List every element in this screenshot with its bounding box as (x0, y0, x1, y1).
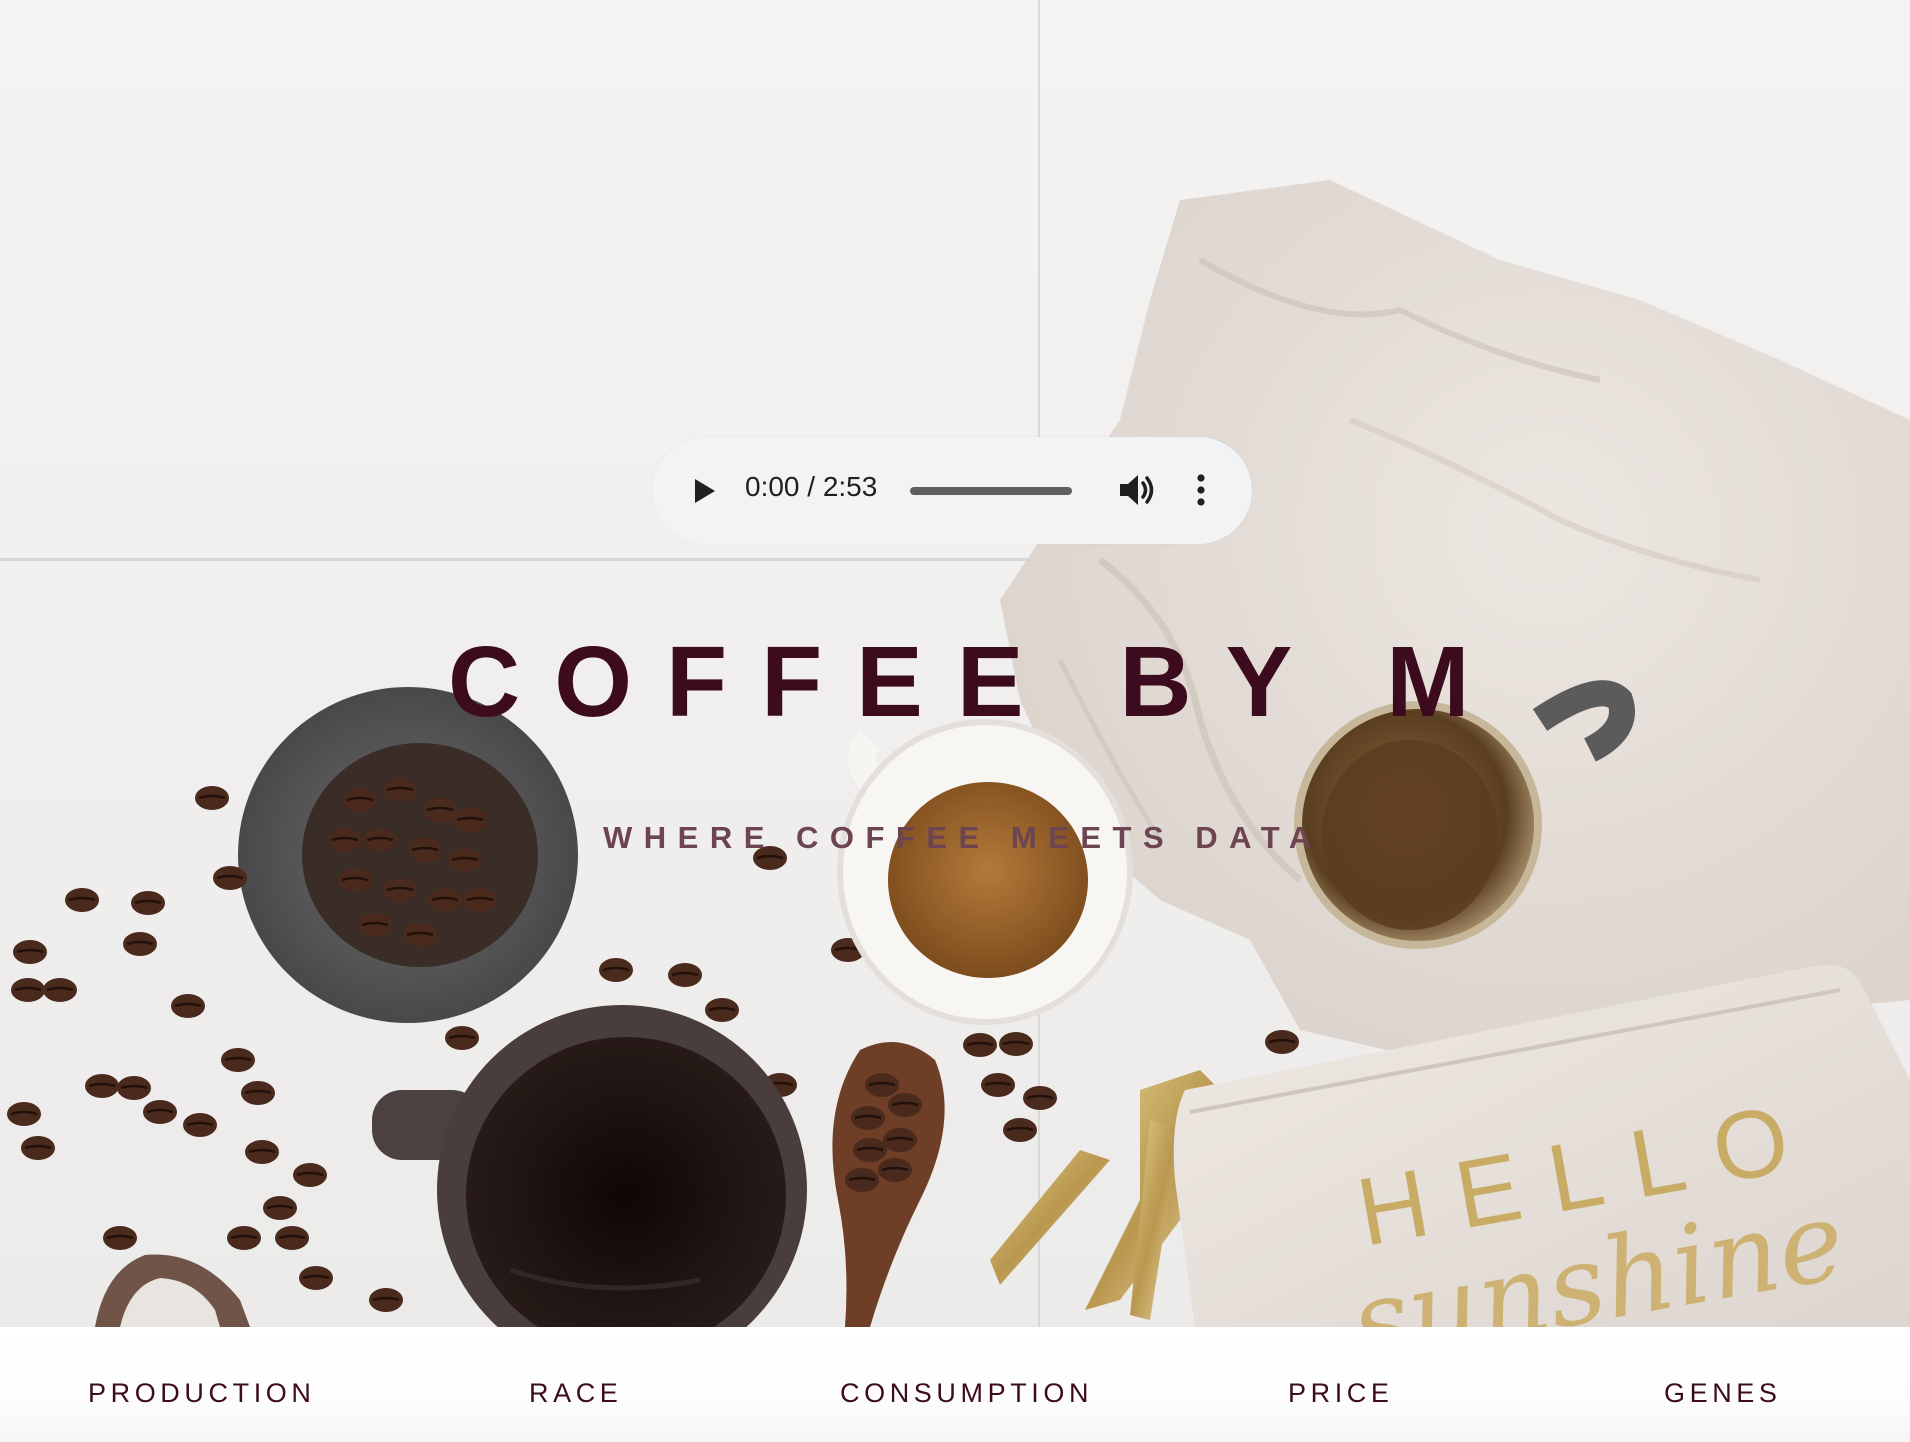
site-tagline: WHERE COFFEE MEETS DATA (603, 820, 1323, 855)
site-title: COFFEE BY M (448, 626, 1504, 738)
more-vert-icon (1197, 474, 1205, 506)
nav-item-consumption[interactable]: CONSUMPTION (840, 1380, 1093, 1407)
play-icon (695, 479, 715, 503)
page: HELLO sunshine 0:00 / 2:53 COFFEE BY M W… (0, 0, 1910, 1442)
nav-item-price[interactable]: PRICE (1288, 1380, 1394, 1407)
play-button[interactable] (684, 474, 726, 508)
nav-item-race[interactable]: RACE (529, 1380, 622, 1407)
volume-icon (1120, 475, 1154, 505)
nav-item-production[interactable]: PRODUCTION (88, 1380, 316, 1407)
audio-time-display: 0:00 / 2:53 (745, 471, 878, 502)
audio-progress-slider[interactable] (910, 487, 1072, 495)
nav-item-genes[interactable]: GENES (1664, 1380, 1782, 1407)
more-options-button[interactable] (1182, 470, 1220, 510)
volume-button[interactable] (1116, 470, 1158, 510)
